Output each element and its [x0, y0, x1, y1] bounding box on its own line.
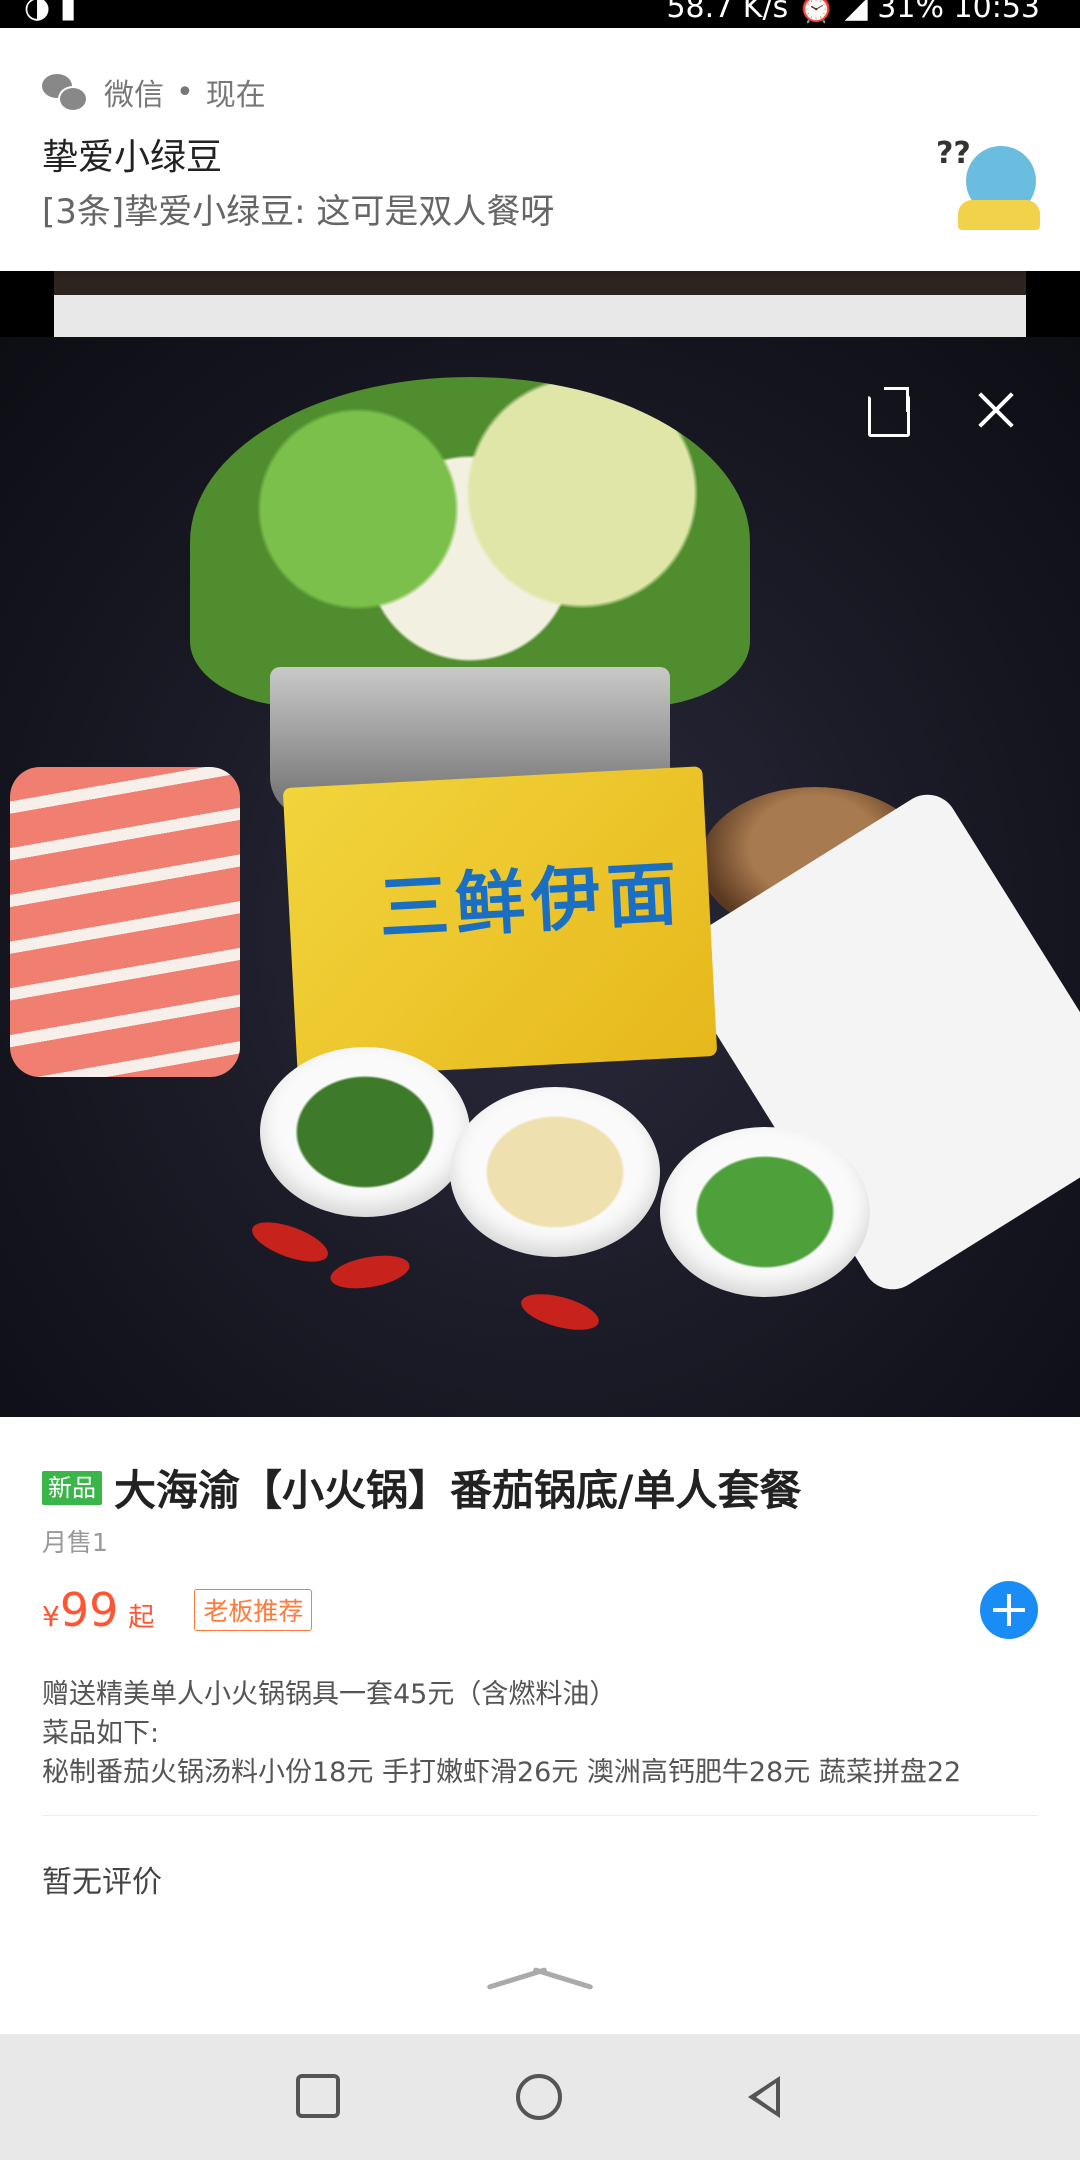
notification-sender: 挚爱小绿豆	[42, 137, 223, 178]
price: 99	[59, 1583, 119, 1637]
status-icons-left: ◑ ▮	[24, 0, 77, 25]
notification-time: 现在	[205, 78, 266, 113]
price-row: ¥ 99 起 老板推荐	[42, 1583, 313, 1637]
recent-apps-button[interactable]	[296, 2074, 340, 2118]
sticker-avatar: ??	[936, 136, 1040, 232]
price-suffix: 起	[128, 1603, 155, 1633]
recommend-badge: 老板推荐	[194, 1589, 313, 1631]
dish-garlic	[450, 1087, 660, 1257]
network-speed: 58.7 K/s	[666, 0, 789, 25]
currency-symbol: ¥	[42, 1600, 60, 1633]
home-button[interactable]	[516, 2074, 562, 2120]
notification-separator: •	[176, 74, 194, 110]
add-to-cart-button[interactable]	[980, 1581, 1038, 1639]
description-line: 秘制番茄火锅汤料小份18元 手打嫩虾滑26元 澳洲高钙肥牛28元 蔬菜拼盘22	[42, 1757, 962, 1788]
title-row: 新品 大海渝【小火锅】番茄锅底/单人套餐	[42, 1457, 801, 1518]
clock: 10:53	[953, 0, 1040, 25]
wechat-icon	[42, 74, 88, 112]
close-icon[interactable]	[972, 385, 1020, 433]
share-icon[interactable]	[866, 385, 914, 437]
background-page-strip	[0, 271, 1080, 337]
system-nav-bar	[0, 2034, 1080, 2160]
notification-header: 微信 • 现在	[42, 70, 266, 114]
beef-rolls-graphic	[10, 767, 240, 1077]
signal-icon: ◢	[844, 0, 868, 25]
reviews-empty-text: 暂无评价	[42, 1865, 162, 1900]
description-line: 菜品如下:	[42, 1718, 160, 1749]
notification-banner[interactable]: 微信 • 现在 挚爱小绿豆 [3条]挚爱小绿豆: 这可是双人餐呀 ??	[0, 28, 1080, 271]
chili-graphic	[247, 1214, 333, 1270]
product-image: 三鲜伊面	[0, 337, 1080, 1417]
product-title: 大海渝【小火锅】番茄锅底/单人套餐	[114, 1466, 802, 1515]
description-line: 赠送精美单人小火锅锅具一套45元（含燃料油）	[42, 1679, 617, 1710]
back-button[interactable]	[742, 2074, 788, 2120]
new-badge: 新品	[42, 1470, 102, 1505]
battery-level: 31%	[877, 0, 944, 25]
chili-graphic	[328, 1250, 412, 1294]
notification-app-name: 微信	[104, 78, 164, 113]
dish-scallion	[660, 1127, 870, 1297]
vegetables-graphic	[190, 377, 750, 707]
alarm-icon: ⏰	[797, 0, 836, 25]
status-bar: ◑ ▮ 58.7 K/s ⏰ ◢ 31% 10:53	[0, 0, 1080, 28]
divider	[42, 1815, 1038, 1816]
noodle-pack-label: 三鲜伊面	[376, 851, 685, 951]
chevron-up-icon[interactable]	[486, 1958, 594, 1998]
product-description: 赠送精美单人小火锅锅具一套45元（含燃料油） 菜品如下: 秘制番茄火锅汤料小份1…	[42, 1675, 1042, 1792]
image-actions	[866, 385, 1020, 437]
notification-message: [3条]挚爱小绿豆: 这可是双人餐呀	[42, 192, 555, 232]
chili-graphic	[517, 1287, 603, 1337]
noodle-pack-graphic: 三鲜伊面	[282, 766, 718, 1078]
monthly-sales: 月售1	[42, 1528, 108, 1557]
status-right: 58.7 K/s ⏰ ◢ 31% 10:53	[666, 0, 1040, 25]
dish-chives	[260, 1047, 470, 1217]
